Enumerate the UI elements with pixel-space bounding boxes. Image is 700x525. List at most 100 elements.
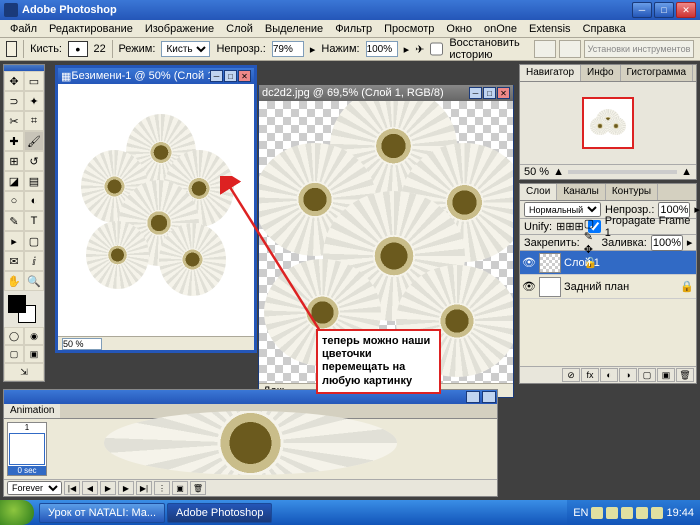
color-swatches[interactable] bbox=[6, 293, 42, 325]
menu-select[interactable]: Выделение bbox=[259, 21, 329, 37]
layer-row[interactable]: 👁 Слой 1 bbox=[520, 251, 696, 275]
tool-history-brush[interactable]: ↺ bbox=[24, 151, 44, 171]
tool-slice[interactable]: ⌗ bbox=[24, 111, 44, 131]
minimize-button[interactable]: ─ bbox=[632, 2, 652, 18]
zoom-in-icon[interactable]: ▲ bbox=[681, 166, 692, 178]
menu-onone[interactable]: onOne bbox=[478, 21, 523, 37]
blend-mode-select[interactable]: Нормальный bbox=[524, 202, 601, 217]
screen-std[interactable]: ▢ bbox=[4, 345, 24, 363]
taskbar-item[interactable]: Adobe Photoshop bbox=[167, 503, 272, 523]
doc1-close[interactable]: ✕ bbox=[238, 70, 251, 82]
tool-presets-button[interactable]: Установки инструментов bbox=[584, 40, 694, 58]
layer-name[interactable]: Задний план bbox=[564, 281, 629, 293]
layer-row[interactable]: 👁 Задний план 🔒 bbox=[520, 275, 696, 299]
tool-pen[interactable]: ▸ bbox=[4, 231, 24, 251]
delete-layer-button[interactable]: 🗑 bbox=[676, 368, 694, 382]
opacity-input[interactable] bbox=[272, 41, 304, 57]
quickmask-std[interactable]: ◯ bbox=[4, 327, 24, 345]
new-layer-button[interactable]: ▣ bbox=[657, 368, 675, 382]
tool-gradient[interactable]: ▤ bbox=[24, 171, 44, 191]
animation-frame[interactable]: 1 0 sec bbox=[7, 422, 47, 476]
tab-histogram[interactable]: Гистограмма bbox=[621, 65, 694, 81]
brush-preview[interactable] bbox=[68, 41, 88, 57]
tool-marquee[interactable]: ▭ bbox=[24, 71, 44, 91]
doc2-minimize[interactable]: ─ bbox=[469, 87, 482, 99]
mode-select[interactable]: Кисть bbox=[161, 41, 210, 57]
tool-zoom[interactable]: 🔍 bbox=[24, 271, 44, 291]
tool-wand[interactable]: ✦ bbox=[24, 91, 44, 111]
tray-icon[interactable] bbox=[636, 507, 648, 519]
tab-info[interactable]: Инфо bbox=[581, 65, 621, 81]
tool-blur[interactable]: ○ bbox=[4, 191, 24, 211]
close-button[interactable]: ✕ bbox=[676, 2, 696, 18]
tool-lasso[interactable]: ⊃ bbox=[4, 91, 24, 111]
palette-toggle-1[interactable] bbox=[534, 40, 556, 58]
tray-icon[interactable] bbox=[591, 507, 603, 519]
history-checkbox[interactable] bbox=[430, 41, 443, 57]
tool-move[interactable]: ✥ bbox=[4, 71, 24, 91]
tool-crop[interactable]: ✂ bbox=[4, 111, 24, 131]
frame-thumb[interactable] bbox=[9, 433, 45, 465]
tool-notes[interactable]: ✉ bbox=[4, 251, 24, 271]
tool-eraser[interactable]: ◪ bbox=[4, 171, 24, 191]
fg-color[interactable] bbox=[8, 295, 26, 313]
layer-mask-button[interactable]: ◐ bbox=[600, 368, 618, 382]
doc1-zoom[interactable] bbox=[62, 338, 102, 350]
zoom-out-icon[interactable]: ▲ bbox=[553, 166, 564, 178]
layer-style-button[interactable]: fx bbox=[581, 368, 599, 382]
tab-paths[interactable]: Контуры bbox=[606, 184, 658, 200]
doc1-minimize[interactable]: ─ bbox=[210, 70, 223, 82]
menu-layer[interactable]: Слой bbox=[220, 21, 259, 37]
doc1-maximize[interactable]: □ bbox=[224, 70, 237, 82]
maximize-button[interactable]: □ bbox=[654, 2, 674, 18]
tab-layers[interactable]: Слои bbox=[520, 184, 557, 200]
lang-indicator[interactable]: EN bbox=[573, 507, 588, 519]
doc2-maximize[interactable]: □ bbox=[483, 87, 496, 99]
fill-input[interactable] bbox=[651, 235, 683, 251]
airbrush-icon[interactable]: ✈ bbox=[415, 43, 424, 56]
layer-thumb[interactable] bbox=[539, 277, 561, 297]
quickmask-mask[interactable]: ◉ bbox=[24, 327, 44, 345]
tray-icon[interactable] bbox=[606, 507, 618, 519]
tool-shape[interactable]: ▢ bbox=[24, 231, 44, 251]
taskbar-item[interactable]: Урок от NATALI: Ma... bbox=[39, 503, 165, 523]
screen-full[interactable]: ▣ bbox=[24, 345, 44, 363]
menu-window[interactable]: Окно bbox=[440, 21, 478, 37]
visibility-icon[interactable]: 👁 bbox=[522, 280, 536, 293]
menu-extensis[interactable]: Extensis bbox=[523, 21, 577, 37]
tray-icon[interactable] bbox=[651, 507, 663, 519]
tool-text[interactable]: T bbox=[24, 211, 44, 231]
tool-dodge[interactable]: ◐ bbox=[24, 191, 44, 211]
unify-icon[interactable]: ⊞⊞⊞ bbox=[556, 220, 584, 233]
tool-preset[interactable] bbox=[6, 41, 17, 57]
tab-navigator[interactable]: Навигатор bbox=[520, 65, 581, 81]
clock[interactable]: 19:44 bbox=[666, 507, 694, 519]
nav-slider[interactable] bbox=[568, 170, 677, 174]
menu-edit[interactable]: Редактирование bbox=[43, 21, 139, 37]
menu-help[interactable]: Справка bbox=[577, 21, 632, 37]
tool-heal[interactable]: ✚ bbox=[4, 131, 24, 151]
link-layers-button[interactable]: ⊘ bbox=[562, 368, 580, 382]
start-button[interactable] bbox=[0, 500, 34, 525]
menu-view[interactable]: Просмотр bbox=[378, 21, 440, 37]
navigator-thumb[interactable] bbox=[582, 97, 634, 149]
layer-name[interactable]: Слой 1 bbox=[564, 257, 600, 269]
tool-path[interactable]: ✎ bbox=[4, 211, 24, 231]
flow-input[interactable] bbox=[366, 41, 398, 57]
tab-channels[interactable]: Каналы bbox=[557, 184, 606, 200]
tray-icon[interactable] bbox=[621, 507, 633, 519]
visibility-icon[interactable]: 👁 bbox=[522, 256, 536, 269]
layer-thumb[interactable] bbox=[539, 253, 561, 273]
tool-hand[interactable]: ✋ bbox=[4, 271, 24, 291]
menu-file[interactable]: Файл bbox=[4, 21, 43, 37]
menu-image[interactable]: Изображение bbox=[139, 21, 220, 37]
group-button[interactable]: ▢ bbox=[638, 368, 656, 382]
tool-brush[interactable]: 🖌 bbox=[24, 131, 44, 151]
doc2-close[interactable]: ✕ bbox=[497, 87, 510, 99]
adjustment-button[interactable]: ◑ bbox=[619, 368, 637, 382]
jump-to[interactable]: ⇲ bbox=[4, 363, 44, 381]
tool-stamp[interactable]: ⊞ bbox=[4, 151, 24, 171]
tool-eyedrop[interactable]: ⅈ bbox=[24, 251, 44, 271]
palette-toggle-2[interactable] bbox=[559, 40, 581, 58]
doc1-canvas[interactable] bbox=[58, 84, 254, 336]
